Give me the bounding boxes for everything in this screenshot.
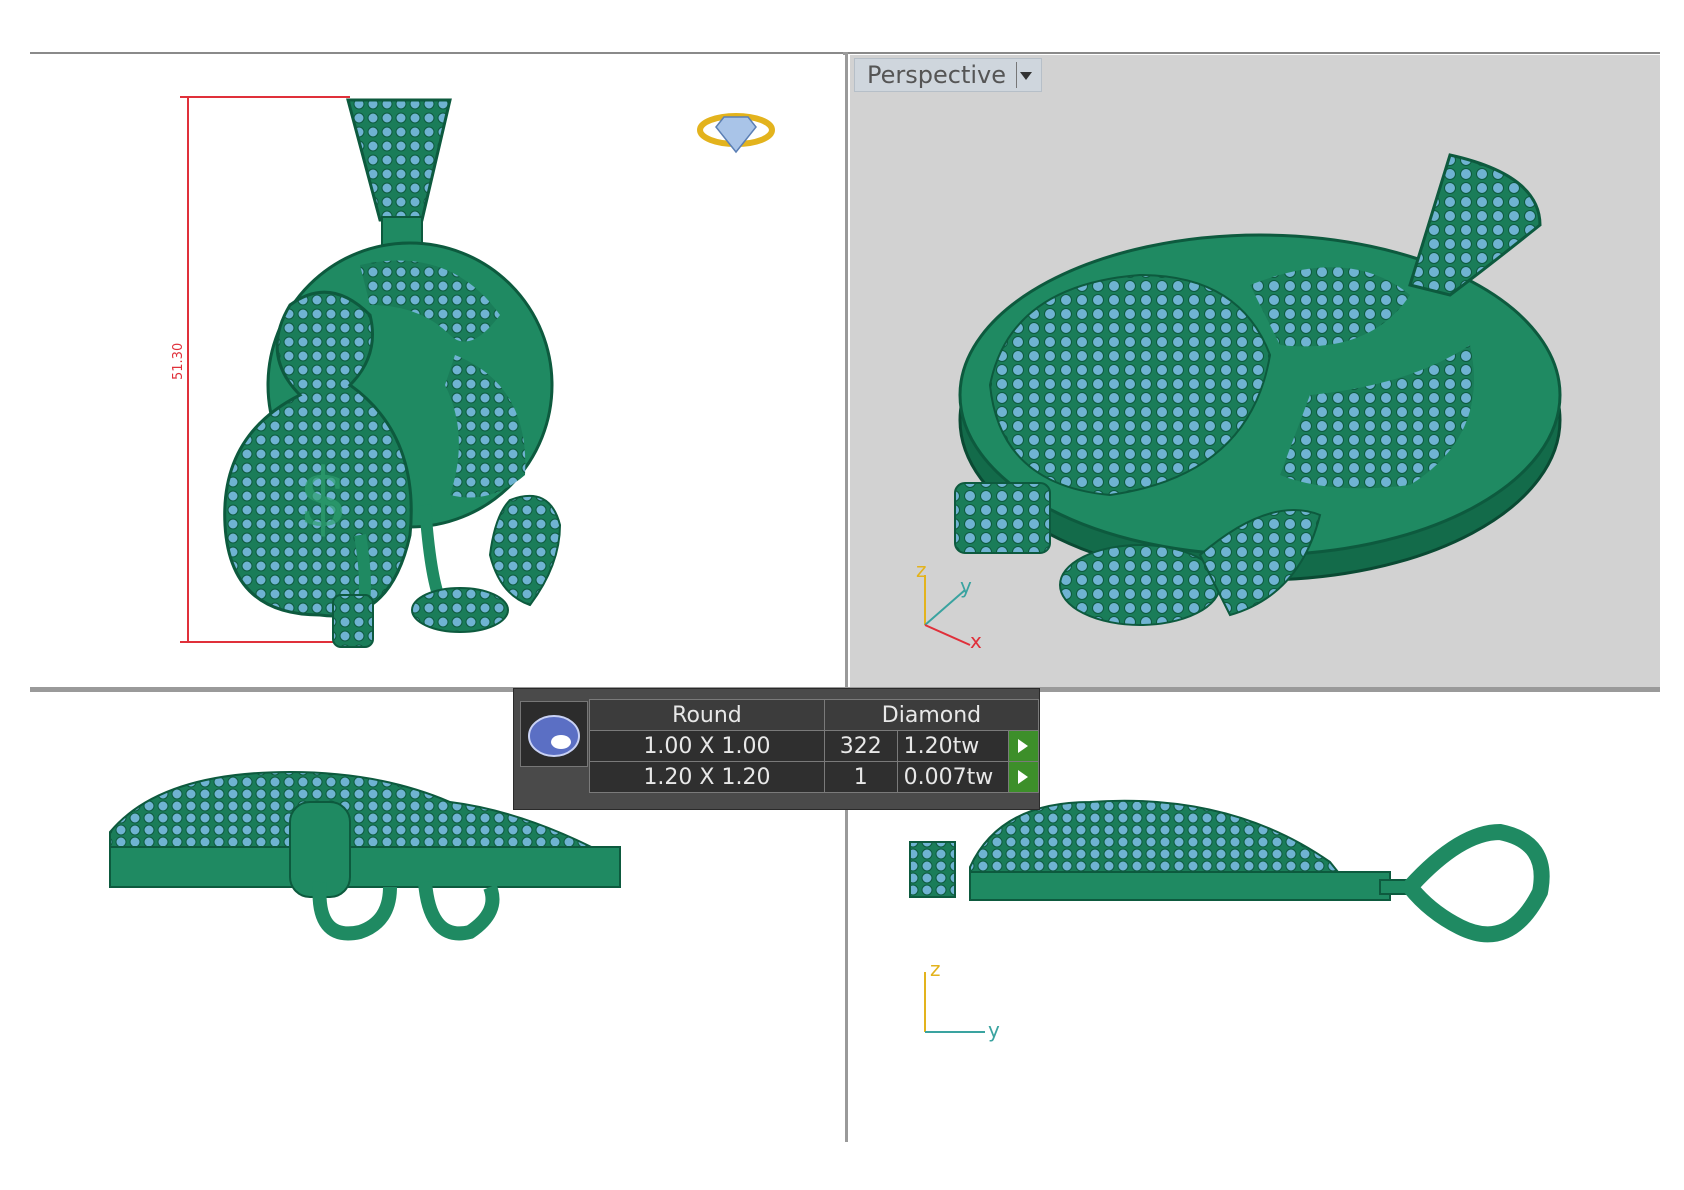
svg-text:$: $ (298, 451, 349, 544)
gem-table-row: 1.20 X 1.20 1 0.007tw (589, 761, 1040, 793)
gem-table-row: 1.00 X 1.00 322 1.20tw (589, 730, 1040, 762)
gem-size: 1.20 X 1.20 (589, 761, 825, 793)
gem-size: 1.00 X 1.00 (589, 730, 825, 762)
axis-y-label: y (960, 574, 972, 598)
gem-table: Round Diamond 1.00 X 1.00 322 1.20tw 1.2… (589, 699, 1040, 793)
gem-count: 322 (823, 730, 898, 762)
axis-y-label: y (988, 1018, 1000, 1042)
axis-z-label: z (916, 558, 927, 582)
gem-weight: 1.20tw (896, 730, 1009, 762)
perspective-viewport[interactable]: Perspective z y x (850, 55, 1660, 687)
play-arrow-icon[interactable] (1007, 730, 1040, 762)
dimension-label: 51.30 (171, 343, 186, 380)
front-model: 51.30 $ (171, 96, 775, 648)
axis-x-label: x (970, 629, 982, 653)
gem-weight: 0.007tw (896, 761, 1009, 793)
gem-table-header: Round Diamond (589, 699, 1040, 731)
play-arrow-icon[interactable] (1007, 761, 1040, 793)
axis-z-label: z (930, 957, 941, 981)
gem-count: 1 (823, 761, 898, 793)
front-viewport[interactable]: 51.30 $ (30, 55, 845, 687)
diamond-ring-icon (697, 113, 775, 154)
bail (346, 98, 452, 222)
bail (1408, 153, 1542, 297)
gem-report-panel: Round Diamond 1.00 X 1.00 322 1.20tw 1.2… (513, 688, 1040, 810)
axis-gizmo (924, 972, 985, 1033)
round-gem-icon (520, 701, 588, 767)
gem-shape-header: Round (589, 699, 825, 731)
perspective-model: z y x (916, 153, 1562, 653)
gem-material-header: Diamond (823, 699, 1040, 731)
